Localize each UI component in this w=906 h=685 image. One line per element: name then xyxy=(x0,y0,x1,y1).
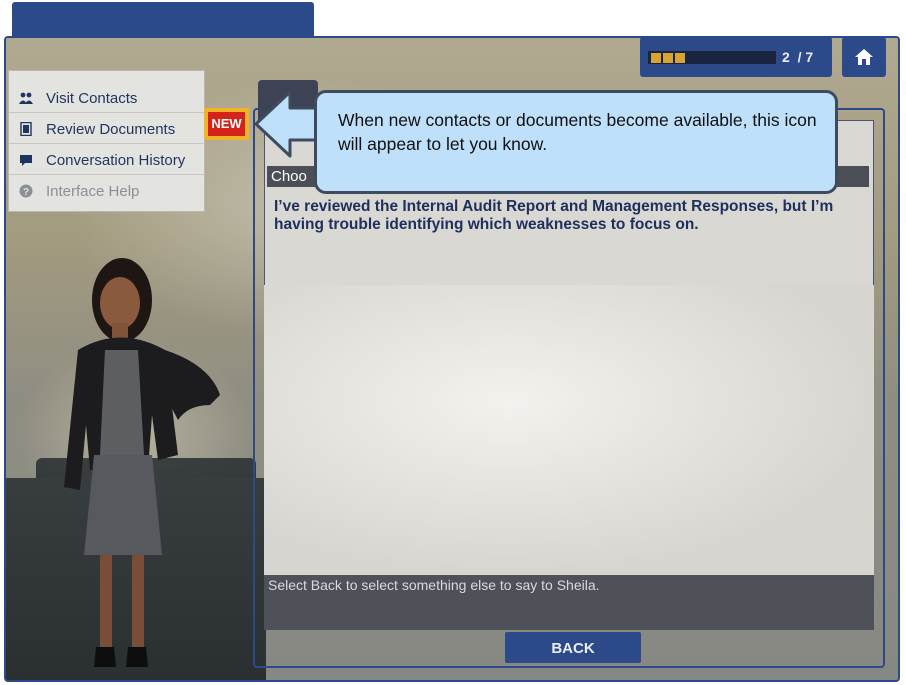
character-sheila xyxy=(64,258,220,667)
chat-icon xyxy=(20,155,32,166)
status-text: Select Back to select something else to … xyxy=(268,577,600,593)
people-icon xyxy=(19,92,33,104)
menu-item-label: Conversation History xyxy=(46,152,186,169)
new-badge: NEW xyxy=(204,108,249,140)
menu-item-label: Interface Help xyxy=(46,183,140,200)
menu-item-label: Review Documents xyxy=(46,121,176,138)
progress-segment xyxy=(675,53,685,63)
progress-total: / 7 xyxy=(797,49,814,65)
dialog-question: I’ve reviewed the Internal Audit Report … xyxy=(274,198,834,233)
help-icon: ? xyxy=(19,184,33,198)
side-menu: Visit Contacts Review Documents Conversa… xyxy=(8,70,205,212)
svg-text:?: ? xyxy=(23,187,29,198)
top-header-tab xyxy=(12,2,314,38)
menu-item-review-documents[interactable]: Review Documents xyxy=(9,113,205,144)
home-icon xyxy=(855,48,873,65)
menu-item-label: Visit Contacts xyxy=(46,90,138,107)
menu-item-visit-contacts[interactable]: Visit Contacts xyxy=(9,82,205,113)
progress-segment xyxy=(651,53,661,63)
new-badge-label: NEW xyxy=(208,112,245,136)
menu-item-interface-help[interactable]: ? Interface Help xyxy=(9,175,205,206)
menu-item-conversation-history[interactable]: Conversation History xyxy=(9,144,205,175)
progress-segment xyxy=(663,53,673,63)
home-button[interactable] xyxy=(842,37,886,77)
progress-count: 2 / 7 xyxy=(782,49,813,65)
progress-current: 2 xyxy=(782,49,790,65)
panel-image-area xyxy=(264,285,874,575)
progress-bar xyxy=(648,51,776,64)
progress-indicator: 2 / 7 xyxy=(640,37,832,77)
back-button[interactable]: BACK xyxy=(505,632,641,663)
callout-text: When new contacts or documents become av… xyxy=(338,110,817,154)
document-icon xyxy=(20,122,32,136)
